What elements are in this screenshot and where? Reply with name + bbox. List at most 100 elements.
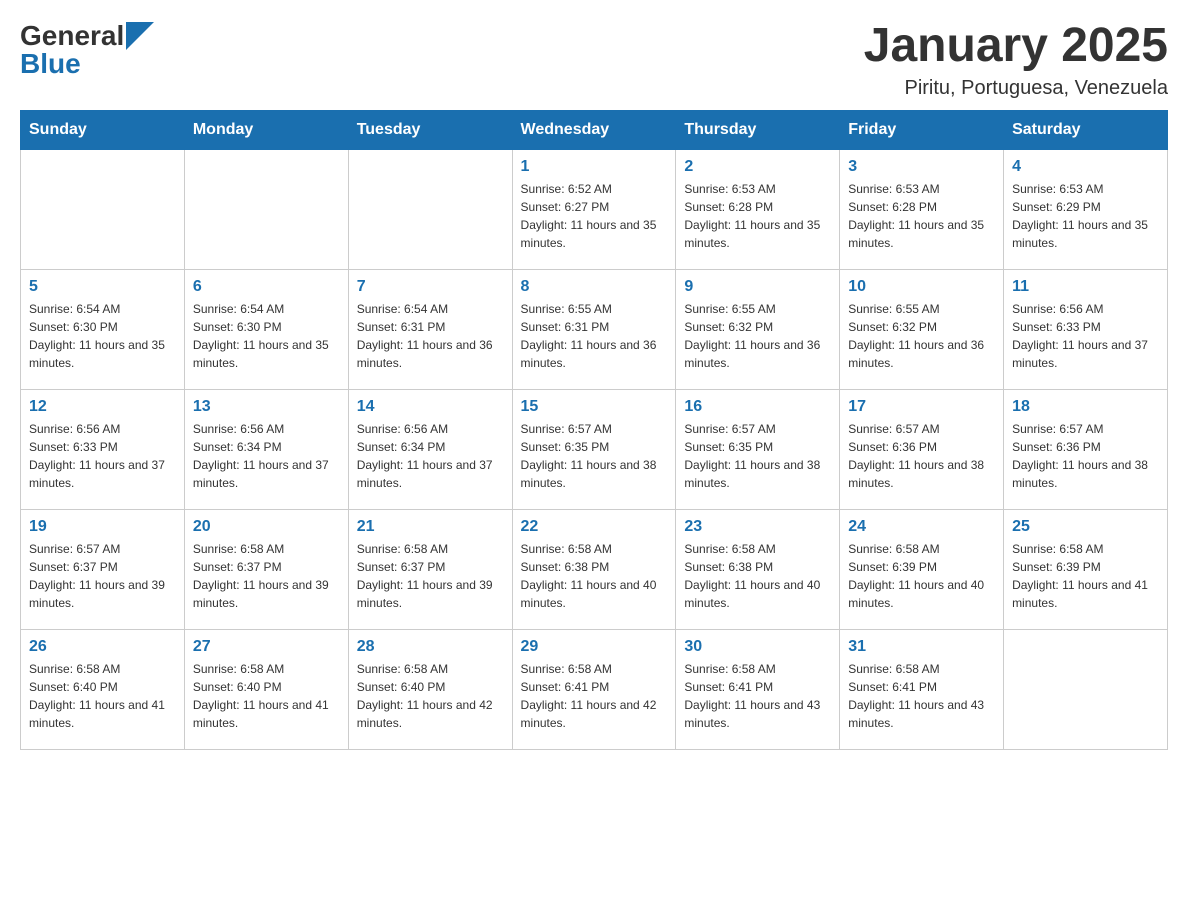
calendar-cell: 24 Sunrise: 6:58 AM Sunset: 6:39 PM Dayli… xyxy=(840,509,1004,629)
calendar-subtitle: Piritu, Portuguesa, Venezuela xyxy=(864,77,1168,100)
day-number: 12 xyxy=(29,398,176,416)
day-info: Sunrise: 6:53 AM Sunset: 6:28 PM Dayligh… xyxy=(848,180,995,252)
calendar-cell: 11 Sunrise: 6:56 AM Sunset: 6:33 PM Dayli… xyxy=(1004,269,1168,389)
calendar-week-row: 1 Sunrise: 6:52 AM Sunset: 6:27 PM Daylig… xyxy=(21,149,1168,269)
day-number: 27 xyxy=(193,638,340,656)
day-number: 28 xyxy=(357,638,504,656)
day-number: 16 xyxy=(684,398,831,416)
calendar-cell: 16 Sunrise: 6:57 AM Sunset: 6:35 PM Dayli… xyxy=(676,389,840,509)
day-of-week-header: Sunday xyxy=(21,110,185,149)
day-number: 11 xyxy=(1012,278,1159,296)
day-info: Sunrise: 6:53 AM Sunset: 6:28 PM Dayligh… xyxy=(684,180,831,252)
day-number: 2 xyxy=(684,158,831,176)
day-info: Sunrise: 6:53 AM Sunset: 6:29 PM Dayligh… xyxy=(1012,180,1159,252)
day-info: Sunrise: 6:58 AM Sunset: 6:41 PM Dayligh… xyxy=(848,660,995,732)
calendar-cell: 9 Sunrise: 6:55 AM Sunset: 6:32 PM Daylig… xyxy=(676,269,840,389)
calendar-cell: 2 Sunrise: 6:53 AM Sunset: 6:28 PM Daylig… xyxy=(676,149,840,269)
calendar-cell: 29 Sunrise: 6:58 AM Sunset: 6:41 PM Dayli… xyxy=(512,629,676,749)
day-number: 6 xyxy=(193,278,340,296)
day-number: 31 xyxy=(848,638,995,656)
calendar-cell: 8 Sunrise: 6:55 AM Sunset: 6:31 PM Daylig… xyxy=(512,269,676,389)
calendar-table: SundayMondayTuesdayWednesdayThursdayFrid… xyxy=(20,110,1168,750)
day-info: Sunrise: 6:58 AM Sunset: 6:39 PM Dayligh… xyxy=(848,540,995,612)
day-number: 22 xyxy=(521,518,668,536)
day-of-week-header: Thursday xyxy=(676,110,840,149)
day-number: 20 xyxy=(193,518,340,536)
calendar-week-row: 12 Sunrise: 6:56 AM Sunset: 6:33 PM Dayli… xyxy=(21,389,1168,509)
day-of-week-header: Friday xyxy=(840,110,1004,149)
logo: General Blue xyxy=(20,20,154,80)
day-number: 5 xyxy=(29,278,176,296)
day-info: Sunrise: 6:58 AM Sunset: 6:38 PM Dayligh… xyxy=(521,540,668,612)
day-number: 21 xyxy=(357,518,504,536)
calendar-cell: 5 Sunrise: 6:54 AM Sunset: 6:30 PM Daylig… xyxy=(21,269,185,389)
day-info: Sunrise: 6:58 AM Sunset: 6:37 PM Dayligh… xyxy=(193,540,340,612)
day-number: 13 xyxy=(193,398,340,416)
calendar-cell: 25Sunrise: 6:58 AM Sunset: 6:39 PM Dayli… xyxy=(1004,509,1168,629)
calendar-cell xyxy=(184,149,348,269)
calendar-cell xyxy=(1004,629,1168,749)
day-info: Sunrise: 6:58 AM Sunset: 6:37 PM Dayligh… xyxy=(357,540,504,612)
day-number: 10 xyxy=(848,278,995,296)
calendar-cell: 1 Sunrise: 6:52 AM Sunset: 6:27 PM Daylig… xyxy=(512,149,676,269)
title-area: January 2025 Piritu, Portuguesa, Venezue… xyxy=(864,20,1168,100)
day-number: 9 xyxy=(684,278,831,296)
day-info: Sunrise: 6:58 AM Sunset: 6:38 PM Dayligh… xyxy=(684,540,831,612)
day-info: Sunrise: 6:58 AM Sunset: 6:40 PM Dayligh… xyxy=(357,660,504,732)
calendar-cell: 22 Sunrise: 6:58 AM Sunset: 6:38 PM Dayli… xyxy=(512,509,676,629)
day-info: Sunrise: 6:56 AM Sunset: 6:33 PM Dayligh… xyxy=(29,420,176,492)
day-of-week-header: Tuesday xyxy=(348,110,512,149)
calendar-cell: 12 Sunrise: 6:56 AM Sunset: 6:33 PM Dayli… xyxy=(21,389,185,509)
day-number: 4 xyxy=(1012,158,1159,176)
calendar-week-row: 5 Sunrise: 6:54 AM Sunset: 6:30 PM Daylig… xyxy=(21,269,1168,389)
day-info: Sunrise: 6:58 AM Sunset: 6:39 PM Dayligh… xyxy=(1012,540,1159,612)
day-info: Sunrise: 6:55 AM Sunset: 6:32 PM Dayligh… xyxy=(684,300,831,372)
calendar-cell xyxy=(21,149,185,269)
calendar-cell: 15Sunrise: 6:57 AM Sunset: 6:35 PM Dayli… xyxy=(512,389,676,509)
day-number: 19 xyxy=(29,518,176,536)
day-number: 30 xyxy=(684,638,831,656)
day-info: Sunrise: 6:54 AM Sunset: 6:30 PM Dayligh… xyxy=(193,300,340,372)
day-info: Sunrise: 6:54 AM Sunset: 6:30 PM Dayligh… xyxy=(29,300,176,372)
day-info: Sunrise: 6:57 AM Sunset: 6:36 PM Dayligh… xyxy=(1012,420,1159,492)
calendar-cell: 27 Sunrise: 6:58 AM Sunset: 6:40 PM Dayli… xyxy=(184,629,348,749)
day-number: 14 xyxy=(357,398,504,416)
day-info: Sunrise: 6:57 AM Sunset: 6:36 PM Dayligh… xyxy=(848,420,995,492)
day-info: Sunrise: 6:56 AM Sunset: 6:34 PM Dayligh… xyxy=(357,420,504,492)
day-info: Sunrise: 6:56 AM Sunset: 6:33 PM Dayligh… xyxy=(1012,300,1159,372)
day-info: Sunrise: 6:57 AM Sunset: 6:35 PM Dayligh… xyxy=(684,420,831,492)
day-number: 24 xyxy=(848,518,995,536)
calendar-cell: 7Sunrise: 6:54 AM Sunset: 6:31 PM Daylig… xyxy=(348,269,512,389)
day-info: Sunrise: 6:52 AM Sunset: 6:27 PM Dayligh… xyxy=(521,180,668,252)
calendar-title: January 2025 xyxy=(864,20,1168,73)
calendar-header-row: SundayMondayTuesdayWednesdayThursdayFrid… xyxy=(21,110,1168,149)
day-info: Sunrise: 6:55 AM Sunset: 6:32 PM Dayligh… xyxy=(848,300,995,372)
calendar-cell: 23 Sunrise: 6:58 AM Sunset: 6:38 PM Dayli… xyxy=(676,509,840,629)
day-of-week-header: Monday xyxy=(184,110,348,149)
day-info: Sunrise: 6:58 AM Sunset: 6:41 PM Dayligh… xyxy=(684,660,831,732)
day-number: 1 xyxy=(521,158,668,176)
day-number: 3 xyxy=(848,158,995,176)
logo-blue-text: Blue xyxy=(20,48,81,80)
page-header: General Blue January 2025 Piritu, Portug… xyxy=(20,20,1168,100)
day-info: Sunrise: 6:58 AM Sunset: 6:40 PM Dayligh… xyxy=(193,660,340,732)
calendar-cell: 4 Sunrise: 6:53 AM Sunset: 6:29 PM Daylig… xyxy=(1004,149,1168,269)
calendar-cell: 10 Sunrise: 6:55 AM Sunset: 6:32 PM Dayli… xyxy=(840,269,1004,389)
day-number: 29 xyxy=(521,638,668,656)
day-number: 23 xyxy=(684,518,831,536)
calendar-cell: 18 Sunrise: 6:57 AM Sunset: 6:36 PM Dayli… xyxy=(1004,389,1168,509)
calendar-cell xyxy=(348,149,512,269)
day-of-week-header: Wednesday xyxy=(512,110,676,149)
calendar-cell: 30 Sunrise: 6:58 AM Sunset: 6:41 PM Dayli… xyxy=(676,629,840,749)
day-info: Sunrise: 6:55 AM Sunset: 6:31 PM Dayligh… xyxy=(521,300,668,372)
calendar-cell: 6 Sunrise: 6:54 AM Sunset: 6:30 PM Daylig… xyxy=(184,269,348,389)
day-info: Sunrise: 6:58 AM Sunset: 6:41 PM Dayligh… xyxy=(521,660,668,732)
day-number: 8 xyxy=(521,278,668,296)
calendar-cell: 19 Sunrise: 6:57 AM Sunset: 6:37 PM Dayli… xyxy=(21,509,185,629)
day-info: Sunrise: 6:57 AM Sunset: 6:37 PM Dayligh… xyxy=(29,540,176,612)
calendar-cell: 31 Sunrise: 6:58 AM Sunset: 6:41 PM Dayli… xyxy=(840,629,1004,749)
logo-triangle-icon xyxy=(126,22,154,50)
calendar-cell: 14 Sunrise: 6:56 AM Sunset: 6:34 PM Dayli… xyxy=(348,389,512,509)
day-number: 18 xyxy=(1012,398,1159,416)
calendar-week-row: 26Sunrise: 6:58 AM Sunset: 6:40 PM Dayli… xyxy=(21,629,1168,749)
